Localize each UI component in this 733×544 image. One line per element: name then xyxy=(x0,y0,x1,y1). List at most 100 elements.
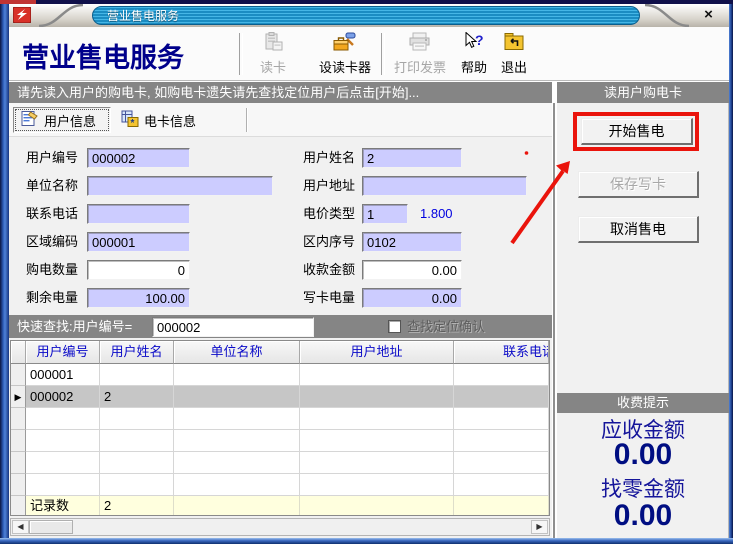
status-message: 请先读入用户的购电卡, 如购电卡遗失请先查找定位用户后点击[开始]... xyxy=(17,85,419,100)
page-title: 营业售电服务 xyxy=(22,36,184,75)
help-button[interactable]: ? 帮助 xyxy=(455,32,493,76)
table-cell[interactable] xyxy=(300,408,454,430)
table-cell[interactable] xyxy=(174,452,300,474)
table-cell[interactable] xyxy=(454,452,549,474)
column-header: 用户编号 xyxy=(26,341,100,364)
table-cell[interactable] xyxy=(100,474,174,496)
write-power-field xyxy=(362,288,462,308)
tab-user-info[interactable]: 用户信息 xyxy=(13,107,111,133)
table-cell[interactable] xyxy=(26,474,100,496)
status-bar: 请先读入用户的购电卡, 如购电卡遗失请先查找定位用户后点击[开始]... xyxy=(9,82,552,103)
table-cell[interactable] xyxy=(454,364,549,386)
panel-divider xyxy=(553,103,555,538)
user-address-label: 用户地址 xyxy=(303,176,355,196)
column-header: 用户姓名 xyxy=(100,341,174,364)
table-cell[interactable] xyxy=(300,474,454,496)
exit-icon xyxy=(503,32,525,56)
table-cell[interactable] xyxy=(300,364,454,386)
table-cell[interactable] xyxy=(100,452,174,474)
payment-amount-field[interactable] xyxy=(362,260,462,280)
table-cell[interactable] xyxy=(174,408,300,430)
table-cell[interactable] xyxy=(26,408,100,430)
table-cell[interactable] xyxy=(300,452,454,474)
write-power-label: 写卡电量 xyxy=(303,288,355,308)
table-cell[interactable] xyxy=(174,430,300,452)
table-cell[interactable] xyxy=(174,474,300,496)
scrollbar-thumb[interactable] xyxy=(29,520,73,534)
payment-amount-label: 收款金额 xyxy=(303,260,355,280)
row-indicator-cell xyxy=(11,452,26,474)
table-cell[interactable] xyxy=(454,386,549,408)
print-invoice-icon xyxy=(408,32,432,56)
table-cell[interactable] xyxy=(100,408,174,430)
table-cell[interactable] xyxy=(100,430,174,452)
row-indicator-icon: ▶ xyxy=(11,386,26,408)
tab-separator xyxy=(246,108,248,132)
user-name-field xyxy=(362,148,462,168)
cancel-sale-button[interactable]: 取消售电 xyxy=(578,216,699,243)
card-info-icon: * xyxy=(121,110,139,130)
titlebar-capsule: 营业售电服务 xyxy=(92,6,640,25)
unit-name-label: 单位名称 xyxy=(26,176,78,196)
save-write-card-button: 保存写卡 xyxy=(578,171,699,198)
row-indicator-cell xyxy=(11,430,26,452)
price-type-field xyxy=(362,204,408,224)
title-bar: 营业售电服务 × xyxy=(9,4,729,27)
remaining-power-label: 剩余电量 xyxy=(26,288,78,308)
phone-field xyxy=(87,204,190,224)
window-border-bottom xyxy=(0,538,733,544)
help-icon: ? xyxy=(463,32,485,56)
tab-card-info[interactable]: * 电卡信息 xyxy=(114,107,222,133)
start-sale-button[interactable]: 开始售电 xyxy=(581,118,693,145)
price-rate-value: 1.800 xyxy=(420,204,453,224)
record-count-value: 2 xyxy=(100,496,174,515)
horizontal-scrollbar[interactable]: ◀ ▶ xyxy=(10,518,550,536)
close-icon[interactable]: × xyxy=(700,6,717,23)
area-code-field xyxy=(87,232,190,252)
table-cell[interactable] xyxy=(300,430,454,452)
window-border-right xyxy=(729,4,733,544)
footer-cell xyxy=(174,496,300,515)
table-cell[interactable] xyxy=(454,430,549,452)
table-cell[interactable] xyxy=(100,364,174,386)
purchase-qty-field[interactable] xyxy=(87,260,190,280)
table-cell[interactable] xyxy=(454,474,549,496)
area-serial-label: 区内序号 xyxy=(303,232,355,252)
search-input[interactable] xyxy=(152,317,314,337)
scroll-left-icon[interactable]: ◀ xyxy=(12,520,29,534)
table-cell[interactable] xyxy=(300,386,454,408)
table-cell[interactable]: 2 xyxy=(100,386,174,408)
table-cell[interactable]: 000002 xyxy=(26,386,100,408)
read-card-icon xyxy=(263,32,283,56)
print-invoice-button: 打印发票 xyxy=(387,32,453,76)
scroll-right-icon[interactable]: ▶ xyxy=(531,520,548,534)
table-cell[interactable] xyxy=(454,408,549,430)
column-header: 联系电话 xyxy=(454,341,549,364)
table-cell[interactable] xyxy=(26,430,100,452)
tab-label: 用户信息 xyxy=(44,111,96,130)
tab-label: 电卡信息 xyxy=(144,111,196,130)
exit-button[interactable]: 退出 xyxy=(495,32,533,76)
locate-confirm-checkbox[interactable] xyxy=(388,320,401,333)
row-indicator-cell xyxy=(11,408,26,430)
table-cell[interactable] xyxy=(174,364,300,386)
user-name-label: 用户姓名 xyxy=(303,148,355,168)
table-cell[interactable] xyxy=(26,452,100,474)
area-serial-field xyxy=(362,232,462,252)
purchase-qty-label: 购电数量 xyxy=(26,260,78,280)
column-header: 单位名称 xyxy=(174,341,300,364)
card-reader-setup-button[interactable]: 设读卡器 xyxy=(311,32,379,76)
table-cell[interactable]: 000001 xyxy=(26,364,100,386)
remaining-power-field xyxy=(87,288,190,308)
window-title: 营业售电服务 xyxy=(107,8,179,25)
charge-panel-header: 收费提示 xyxy=(557,393,729,413)
locate-confirm-label: 查找定位确认 xyxy=(407,317,485,337)
user-id-label: 用户编号 xyxy=(26,148,78,168)
read-card-panel-header: 读用户购电卡 xyxy=(557,82,729,103)
table-corner xyxy=(11,341,26,364)
footer-indicator-cell xyxy=(11,496,26,515)
svg-text:?: ? xyxy=(475,32,484,48)
quick-search-label: 快速查找:用户编号= xyxy=(17,317,132,337)
screen: 营业售电服务 × 营业售电服务 读卡 xyxy=(0,0,733,544)
table-cell[interactable] xyxy=(174,386,300,408)
